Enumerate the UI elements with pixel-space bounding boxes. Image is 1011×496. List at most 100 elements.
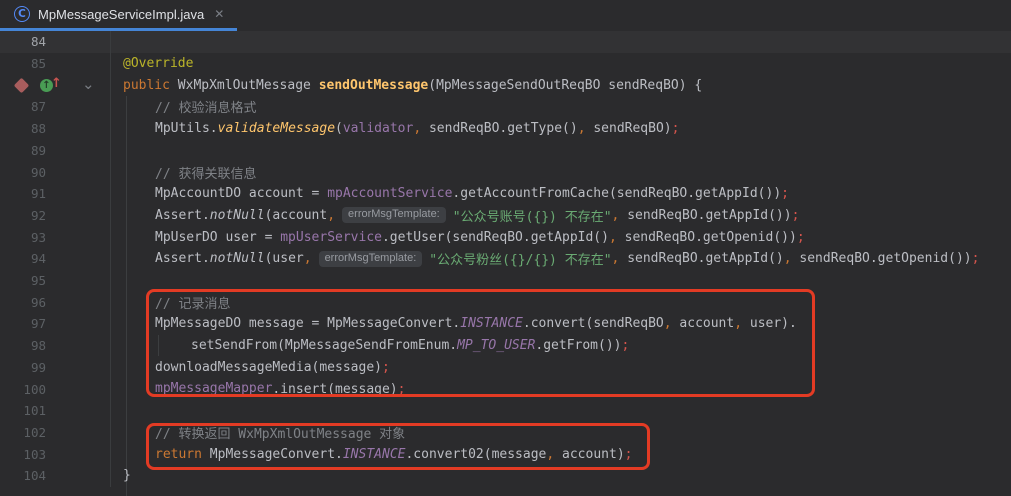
code-line-content[interactable]: // 校验消息格式 <box>110 96 256 118</box>
code-line-content[interactable]: MpUtils.validateMessage(validator, sendR… <box>110 118 679 140</box>
code-comment: // 获得关联信息 <box>155 163 256 182</box>
code-editor[interactable]: 8485@Override↑↑⌄public WxMpXmlOutMessage… <box>0 31 1011 487</box>
code-line: 96 // 记录消息 <box>0 291 1011 313</box>
code-token: Assert. <box>155 251 210 266</box>
line-number[interactable]: 99 <box>0 360 46 375</box>
fold-chevron-icon[interactable]: ⌄ <box>82 75 95 93</box>
line-number[interactable]: 95 <box>0 273 46 288</box>
gutter-cell[interactable]: 91 <box>0 183 110 205</box>
line-number[interactable]: 98 <box>0 338 46 353</box>
code-line: 103 return MpMessageConvert.INSTANCE.conv… <box>0 443 1011 465</box>
code-line: 87 // 校验消息格式 <box>0 96 1011 118</box>
line-number[interactable]: 97 <box>0 316 46 331</box>
gutter-cell[interactable]: 98 <box>0 335 110 357</box>
code-token: ; <box>625 447 633 462</box>
code-token: } <box>123 468 131 483</box>
code-line-content[interactable] <box>110 270 155 292</box>
line-number[interactable]: 84 <box>0 34 46 49</box>
code-line: 99 downloadMessageMedia(message); <box>0 357 1011 379</box>
code-line-content[interactable]: Assert.notNull(account,errorMsgTemplate:… <box>110 205 799 227</box>
gutter-cell[interactable]: 85 <box>0 53 110 75</box>
gutter-cell[interactable]: 94 <box>0 248 110 270</box>
code-line-content[interactable]: MpMessageDO message = MpMessageConvert.I… <box>110 313 797 335</box>
line-number[interactable]: 92 <box>0 208 46 223</box>
code-line-content[interactable] <box>110 140 155 162</box>
code-line-content[interactable]: downloadMessageMedia(message); <box>110 357 390 379</box>
line-number[interactable]: 90 <box>0 165 46 180</box>
code-token: ; <box>382 360 390 375</box>
tab-mpmessageserviceimpl[interactable]: C MpMessageServiceImpl.java ✕ <box>0 0 237 28</box>
override-nav-arrow-icon[interactable]: ↑ <box>51 76 62 91</box>
code-line-content[interactable]: MpUserDO user = mpUserService.getUser(se… <box>110 226 805 248</box>
code-token: sendReqBO.getAppId() <box>619 251 783 266</box>
code-line: ↑↑⌄public WxMpXmlOutMessage sendOutMessa… <box>0 74 1011 96</box>
gutter-cell[interactable]: 96 <box>0 291 110 313</box>
line-number[interactable]: 94 <box>0 251 46 266</box>
method-breakpoint-icon[interactable] <box>14 77 30 93</box>
gutter-cell[interactable]: 99 <box>0 357 110 379</box>
line-number[interactable]: 85 <box>0 56 46 71</box>
line-number[interactable]: 104 <box>0 468 46 483</box>
code-line-content[interactable]: // 获得关联信息 <box>110 161 256 183</box>
gutter-cell[interactable]: 88 <box>0 118 110 140</box>
code-line-content[interactable]: Assert.notNull(user,errorMsgTemplate:"公众… <box>110 248 979 270</box>
code-line-content[interactable]: return MpMessageConvert.INSTANCE.convert… <box>110 443 632 465</box>
code-token: Assert. <box>155 208 210 223</box>
code-line-content[interactable]: } <box>110 465 131 487</box>
code-token: ( <box>335 121 343 136</box>
code-line: 89 <box>0 140 1011 162</box>
code-line-content[interactable]: public WxMpXmlOutMessage sendOutMessage(… <box>110 74 702 96</box>
gutter-cell[interactable]: 100 <box>0 378 110 400</box>
line-number[interactable]: 91 <box>0 186 46 201</box>
gutter-cell[interactable]: 104 <box>0 465 110 487</box>
gutter-cell[interactable]: 93 <box>0 226 110 248</box>
code-token: , <box>304 251 312 266</box>
code-token: mpUserService <box>280 230 382 245</box>
code-token: ; <box>672 121 680 136</box>
line-number[interactable]: 87 <box>0 99 46 114</box>
tab-close-icon[interactable]: ✕ <box>214 7 224 21</box>
code-line-content[interactable]: // 转换返回 WxMpXmlOutMessage 对象 <box>110 422 405 444</box>
line-number[interactable]: 89 <box>0 143 46 158</box>
code-line-content[interactable]: @Override <box>110 53 193 75</box>
code-token: (account <box>265 208 328 223</box>
gutter-cell[interactable]: 103 <box>0 443 110 465</box>
gutter-cell[interactable]: 89 <box>0 140 110 162</box>
code-token: , <box>612 208 620 223</box>
code-token: public <box>123 78 170 93</box>
gutter-cell[interactable]: 97 <box>0 313 110 335</box>
code-line-content[interactable]: mpMessageMapper.insert(message); <box>110 378 405 400</box>
code-token: , <box>734 316 742 331</box>
code-token: , <box>327 208 335 223</box>
line-number[interactable]: 93 <box>0 230 46 245</box>
code-token: setSendFrom(MpMessageSendFromEnum. <box>191 338 457 353</box>
code-line-content[interactable]: MpAccountDO account = mpAccountService.g… <box>110 183 789 205</box>
code-token: , <box>578 121 586 136</box>
code-token: MpUtils. <box>155 121 218 136</box>
gutter-cell[interactable]: 101 <box>0 400 110 422</box>
code-token: , <box>784 251 792 266</box>
line-number[interactable]: 96 <box>0 295 46 310</box>
gutter-cell[interactable]: 87 <box>0 96 110 118</box>
gutter-cell[interactable]: 102 <box>0 422 110 444</box>
gutter-cell[interactable]: 84 <box>0 31 110 53</box>
line-number[interactable]: 102 <box>0 425 46 440</box>
parameter-hint-pill: errorMsgTemplate: <box>342 207 446 223</box>
code-line-content[interactable] <box>110 400 155 422</box>
code-line: 90 // 获得关联信息 <box>0 161 1011 183</box>
gutter-cell[interactable]: 92 <box>0 205 110 227</box>
code-line-content[interactable]: setSendFrom(MpMessageSendFromEnum.MP_TO_… <box>110 335 629 357</box>
line-number[interactable]: 103 <box>0 447 46 462</box>
code-line: 95 <box>0 270 1011 292</box>
gutter-cell[interactable]: 90 <box>0 161 110 183</box>
gutter-cell[interactable]: 95 <box>0 270 110 292</box>
code-token: validateMessage <box>218 121 335 136</box>
code-line: 93 MpUserDO user = mpUserService.getUser(… <box>0 226 1011 248</box>
line-number[interactable]: 101 <box>0 403 46 418</box>
code-lines: 8485@Override↑↑⌄public WxMpXmlOutMessage… <box>0 31 1011 487</box>
line-number[interactable]: 100 <box>0 382 46 397</box>
code-line-content[interactable]: // 记录消息 <box>110 291 230 313</box>
code-line-content[interactable] <box>110 31 115 53</box>
gutter-cell[interactable]: ↑↑⌄ <box>0 74 110 96</box>
line-number[interactable]: 88 <box>0 121 46 136</box>
